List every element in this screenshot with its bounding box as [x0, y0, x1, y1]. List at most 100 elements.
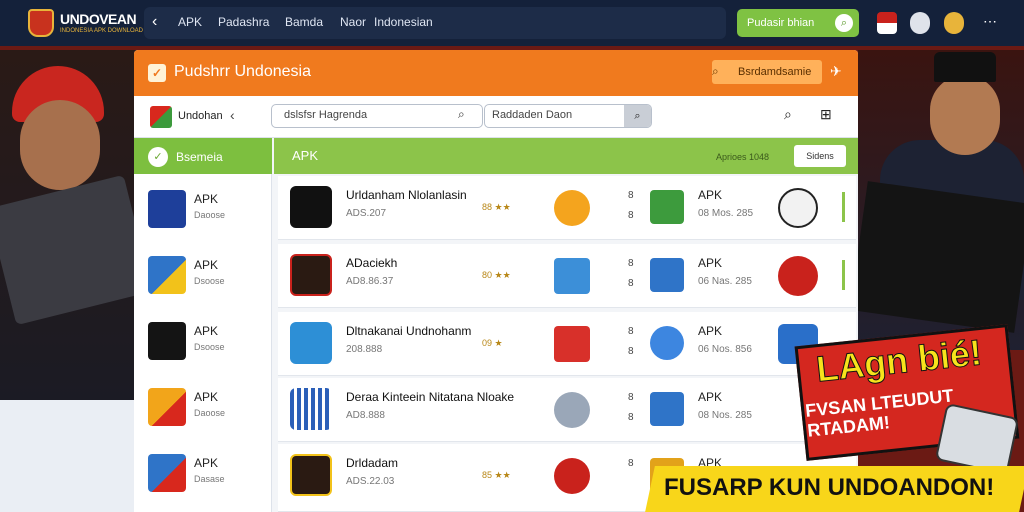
back-arrow-icon[interactable]: ‹	[152, 13, 157, 31]
promo-band-text: FUSARP KUN UNDOANDON!	[664, 474, 995, 501]
apk-icon	[650, 190, 684, 224]
peci-cap	[934, 52, 996, 82]
app-row[interactable]: Dltnakanai Undnohanm 208.888 09 ★ 8 8 AP…	[278, 312, 856, 376]
app-version: 208.888	[346, 344, 383, 355]
app-count-secondary: 8	[628, 210, 634, 221]
list-sort-button[interactable]: Sidens	[794, 145, 846, 167]
sidebar-item-sub: Daoose	[194, 408, 226, 418]
chevron-left-icon[interactable]: ‹	[230, 107, 235, 123]
search-input-text: dslsfsr Hagrenda	[284, 109, 368, 121]
row-indicator	[842, 260, 845, 290]
search-icon[interactable]: ⌕	[712, 64, 719, 79]
app-icon	[148, 190, 186, 228]
app-version: AD8.888	[346, 410, 385, 421]
app-count-secondary: 8	[628, 412, 634, 423]
app-count-secondary: 8	[628, 278, 634, 289]
toolbar-app-name: Undohan	[178, 110, 223, 122]
brand-emblem-icon[interactable]	[28, 9, 54, 37]
sidebar-item-sub: Dsoose	[194, 342, 225, 352]
app-version: AD8.86.37	[346, 276, 394, 287]
sidebar-item[interactable]: APK Dasase	[134, 442, 272, 502]
sidebar-item[interactable]: APK Dsoose	[134, 244, 272, 304]
app-count: 8	[628, 190, 634, 201]
app-rating: 85 ★★	[482, 470, 511, 480]
app-row[interactable]: Urldanham Nlolanlasin ADS.207 88 ★★ 8 8 …	[278, 176, 856, 240]
app-name: Dltnakanai Undnohanm	[346, 324, 472, 338]
mascot-icon	[778, 188, 818, 228]
list-header-count: Aprioes 1048	[716, 152, 770, 162]
list-header-bar: APK Aprioes 1048 Sidens	[274, 138, 858, 174]
send-icon[interactable]: ✈	[830, 63, 842, 80]
search-icon[interactable]: ⌕	[458, 107, 465, 122]
search-icon: ⌕	[835, 14, 853, 32]
apk-date: 08 Mos. 285	[698, 208, 754, 219]
profile-icon[interactable]	[944, 12, 964, 34]
nav-link-4[interactable]: Naor	[340, 15, 366, 29]
app-icon	[148, 388, 186, 426]
app-name: ADaciekh	[346, 256, 398, 270]
category-sidebar: ✓ Bsemeia APK Daoose APK Dsoose APK Dsoo…	[134, 138, 272, 512]
emblem-icon[interactable]	[910, 12, 930, 34]
heart-icon	[778, 256, 818, 296]
apk-label: APK	[698, 324, 723, 338]
download-button[interactable]: Pudasir bhian ⌕	[737, 9, 859, 37]
app-count: 8	[628, 458, 634, 469]
sidebar-item[interactable]: APK Dsoose	[134, 310, 272, 370]
apk-icon	[650, 258, 684, 292]
sidebar-header[interactable]: ✓ Bsemeia	[134, 138, 272, 174]
sidebar-header-label: Bsemeia	[176, 150, 223, 164]
header-search-text: Bsrdamdsamie	[738, 66, 812, 78]
sidebar-item-sub: Dsoose	[194, 276, 225, 286]
sign-board-right	[849, 181, 1024, 333]
app-count: 8	[628, 326, 634, 337]
app-row[interactable]: Deraa Kinteein Nitatana Nloake AD8.888 8…	[278, 378, 856, 442]
app-icon	[290, 454, 332, 496]
apk-label: APK	[698, 390, 723, 404]
apk-icon	[650, 392, 684, 426]
sidebar-item-sub: Dasase	[194, 474, 225, 484]
filter-search-button[interactable]: ⌕	[624, 105, 651, 127]
sidebar-item-label: APK	[194, 324, 219, 338]
flag-icon[interactable]	[877, 12, 897, 34]
person-face-left	[20, 100, 100, 190]
app-icon[interactable]	[150, 106, 172, 128]
app-badge-icon	[554, 190, 590, 226]
sidebar-item-label: APK	[194, 456, 219, 470]
app-count: 8	[628, 392, 634, 403]
sidebar-item[interactable]: APK Daoose	[134, 178, 272, 238]
person-face-right	[930, 75, 1000, 155]
nav-link-3[interactable]: Bamda	[285, 15, 323, 29]
brand-name[interactable]: UNDOVEAN	[60, 11, 137, 27]
app-name: Drldadam	[346, 456, 399, 470]
window-title: Pudshrr Undonesia	[174, 63, 311, 80]
nav-link-5[interactable]: Indonesian	[374, 15, 433, 29]
app-row[interactable]: ADaciekh AD8.86.37 80 ★★ 8 8 APK 06 Nas.…	[278, 244, 856, 308]
nav-link-2[interactable]: Padashra	[218, 15, 269, 29]
filter-input-text: Raddaden Daon	[492, 109, 573, 121]
nav-link-apk[interactable]: APK	[178, 15, 202, 29]
sidebar-item[interactable]: APK Daoose	[134, 376, 272, 436]
sidebar-item-label: APK	[194, 258, 219, 272]
app-name: Urldanham Nlolanlasin	[346, 188, 467, 202]
grid-icon[interactable]: ⊞	[820, 106, 832, 123]
download-button-label: Pudasir bhian	[747, 17, 815, 29]
app-icon	[148, 454, 186, 492]
list-header-label: APK	[292, 148, 319, 163]
app-version: ADS.207	[346, 208, 387, 219]
app-icon	[290, 322, 332, 364]
qr-code-icon	[290, 388, 332, 430]
apk-date: 06 Nas. 285	[698, 276, 752, 287]
app-name: Deraa Kinteein Nitatana Nloake	[346, 390, 515, 404]
magnifier-icon[interactable]: ⌕	[784, 106, 792, 123]
app-rating: 88 ★★	[482, 202, 511, 212]
app-rating: 09 ★	[482, 338, 503, 348]
apk-date: 08 Nos. 285	[698, 410, 752, 421]
app-icon	[148, 322, 186, 360]
app-icon	[148, 256, 186, 294]
sidebar-item-label: APK	[194, 390, 219, 404]
share-icon[interactable]: ⋯	[983, 13, 997, 30]
apk-label: APK	[698, 256, 723, 270]
row-indicator	[842, 192, 845, 222]
app-icon	[290, 186, 332, 228]
apk-date: 06 Nos. 856	[698, 344, 752, 355]
